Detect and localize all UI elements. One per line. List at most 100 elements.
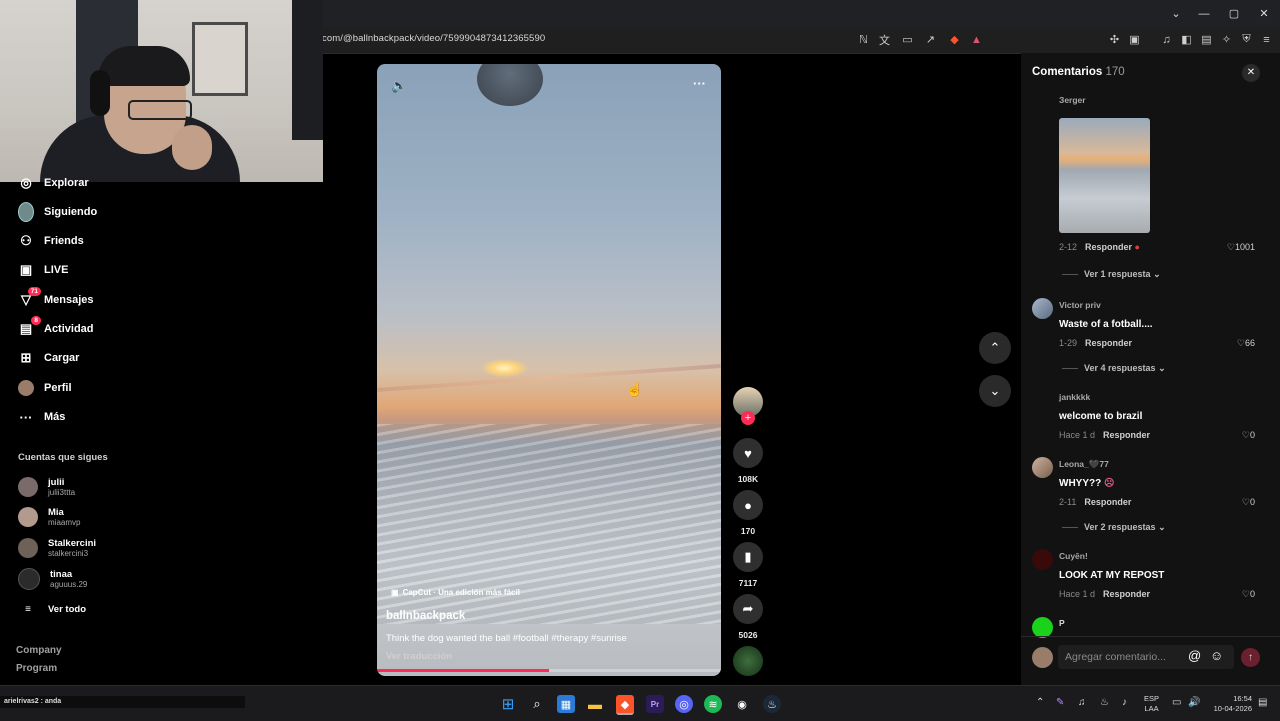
chevron-down-icon[interactable]: ⌄	[1168, 6, 1184, 22]
tray-app-icon[interactable]: ✎	[1056, 697, 1064, 708]
sidebar-item-mensajes[interactable]: ▽ 71 Mensajes	[18, 287, 94, 312]
start-icon[interactable]: ⊞	[499, 695, 517, 713]
comment-like[interactable]: ♡0	[1225, 497, 1255, 508]
comment-user[interactable]: Victor priv	[1059, 300, 1101, 310]
save-button[interactable]: ▮ 7117	[733, 542, 763, 588]
widgets-icon[interactable]: ▦	[557, 695, 575, 713]
follow-plus-icon[interactable]: +	[741, 411, 755, 425]
avatar[interactable]	[1032, 549, 1053, 570]
comment-user[interactable]: jankkkk	[1059, 392, 1090, 402]
sidebar-item-friends[interactable]: ⚇ Friends	[18, 229, 84, 253]
author-avatar[interactable]: +	[733, 387, 763, 425]
see-all-link[interactable]: ≡ Ver todo	[18, 597, 86, 621]
reply-button[interactable]: Responder	[1103, 430, 1150, 440]
reply-button[interactable]: Responder	[1085, 242, 1132, 252]
no-translate-icon[interactable]: ℕ	[857, 33, 870, 46]
url-text[interactable]: com/@ballnbackpack/video/759990487341236…	[322, 33, 545, 44]
view-replies[interactable]: Ver 4 respuestas ⌄	[1062, 363, 1166, 374]
app-icon[interactable]: ◉	[733, 695, 751, 713]
reply-button[interactable]: Responder	[1084, 497, 1131, 507]
music-disc[interactable]	[733, 646, 763, 676]
microphone-icon[interactable]: ♪	[1122, 697, 1127, 708]
maximize-button[interactable]: ▢	[1226, 6, 1242, 22]
like-button[interactable]: ♥ 108K	[733, 438, 763, 484]
network-icon[interactable]: ▭	[1172, 697, 1181, 708]
minimize-button[interactable]: —	[1196, 6, 1212, 22]
sidebar-item-actividad[interactable]: ▤ 8 Actividad	[18, 316, 94, 341]
brave-rewards-icon[interactable]: ▲	[970, 33, 983, 46]
previous-video-button[interactable]: ⌃	[979, 332, 1011, 364]
sidebar-item-siguiendo[interactable]: Siguiendo	[18, 200, 97, 224]
avatar[interactable]	[1032, 457, 1053, 478]
comment-user[interactable]: Зerger	[1059, 95, 1086, 105]
share-icon[interactable]: ↗	[924, 33, 937, 46]
headset-icon[interactable]: ♫	[1078, 697, 1086, 708]
steam-icon[interactable]: ♨	[763, 695, 781, 713]
emoji-icon[interactable]: ☺	[1210, 648, 1223, 663]
tray-chevron-icon[interactable]: ⌃	[1036, 697, 1044, 708]
following-account[interactable]: tinaa aguuus.29	[18, 567, 87, 591]
comment-like[interactable]: ♡1001	[1225, 242, 1255, 253]
comment-image[interactable]	[1059, 118, 1150, 233]
vpn-icon[interactable]: ⛨	[1240, 33, 1253, 46]
sidebar-item-explorar[interactable]: ◎ Explorar	[18, 171, 88, 195]
video-author[interactable]: ballnbackpack	[386, 610, 465, 622]
share-button[interactable]: ➦ 5026	[733, 594, 763, 640]
tray-steam-icon[interactable]: ♨	[1100, 697, 1109, 708]
mention-icon[interactable]: @	[1188, 648, 1201, 663]
footer-company[interactable]: Company	[16, 645, 62, 656]
extensions-icon[interactable]: ✣	[1108, 33, 1121, 46]
reply-button[interactable]: Responder	[1103, 589, 1150, 599]
translate-icon[interactable]: 文	[878, 33, 891, 47]
volume-icon[interactable]: 🔈	[391, 78, 407, 94]
following-account[interactable]: Stalkercini stalkercini3	[18, 536, 96, 560]
comment-like[interactable]: ♡0	[1225, 589, 1255, 600]
notifications-icon[interactable]: ▤	[1258, 697, 1267, 708]
comment-button[interactable]: ● 170	[733, 490, 763, 536]
brave-shield-icon[interactable]: ◆	[948, 33, 961, 46]
footer-program[interactable]: Program	[16, 663, 57, 674]
next-video-button[interactable]: ⌄	[979, 375, 1011, 407]
view-replies[interactable]: Ver 2 respuestas ⌄	[1062, 522, 1166, 533]
wallet-icon[interactable]: ▤	[1200, 33, 1213, 46]
comment-input[interactable]: Agregar comentario... @ ☺	[1058, 645, 1234, 669]
cast-icon[interactable]: ▭	[901, 33, 914, 46]
comment-like[interactable]: ♡0	[1225, 430, 1255, 441]
spotify-icon[interactable]: ≋	[704, 695, 722, 713]
brave-browser-icon[interactable]: ◆	[616, 695, 634, 715]
premiere-icon[interactable]: Pr	[646, 695, 664, 713]
close-comments-button[interactable]: ✕	[1242, 64, 1260, 82]
sidebar-toggle-icon[interactable]: ◧	[1180, 33, 1193, 46]
sidebar-item-mas[interactable]: ··· Más	[18, 405, 66, 429]
sidebar-item-cargar[interactable]: ⊞ Cargar	[18, 346, 80, 370]
translate-link[interactable]: Ver traducción	[386, 651, 452, 662]
file-explorer-icon[interactable]: ▬	[586, 695, 604, 713]
discord-icon[interactable]: ◎	[675, 695, 693, 713]
close-window-button[interactable]: ✕	[1256, 6, 1272, 22]
following-account[interactable]: Mia miaamvp	[18, 505, 80, 529]
comment-like[interactable]: ♡66	[1225, 338, 1255, 349]
sidebar-item-live[interactable]: ▣ LIVE	[18, 258, 69, 282]
clock[interactable]: 16:54 10-04-2026	[1208, 694, 1252, 714]
search-icon[interactable]: ⌕	[528, 695, 546, 713]
menu-icon[interactable]: ≡	[1260, 33, 1273, 46]
leo-ai-icon[interactable]: ✧	[1220, 33, 1233, 46]
capcut-tag[interactable]: ▣ CapCut · Una edición más fácil	[391, 588, 520, 597]
send-button[interactable]: ↑	[1241, 648, 1260, 667]
comment-user[interactable]: Leona_🖤77	[1059, 459, 1109, 470]
sidebar-item-perfil[interactable]: Perfil	[18, 376, 72, 400]
comment-user[interactable]: P	[1059, 618, 1065, 628]
avatar[interactable]	[1032, 617, 1053, 638]
view-replies[interactable]: Ver 1 respuesta ⌄	[1062, 269, 1161, 280]
comment-user[interactable]: Cuyēn!	[1059, 551, 1088, 561]
music-icon[interactable]: ♫	[1160, 33, 1173, 46]
video-player[interactable]: 🔈 ··· ▣ CapCut · Una edición más fácil b…	[377, 64, 721, 676]
screenshot-icon[interactable]: ▣	[1128, 33, 1141, 46]
more-options-icon[interactable]: ···	[693, 76, 706, 91]
following-account[interactable]: julii julii3ttta	[18, 475, 75, 499]
language-indicator[interactable]: ESP LAA	[1144, 694, 1159, 714]
avatar[interactable]	[1032, 298, 1053, 319]
reply-button[interactable]: Responder	[1085, 338, 1132, 348]
volume-icon[interactable]: 🔊	[1188, 697, 1200, 708]
person-hair	[98, 46, 190, 86]
